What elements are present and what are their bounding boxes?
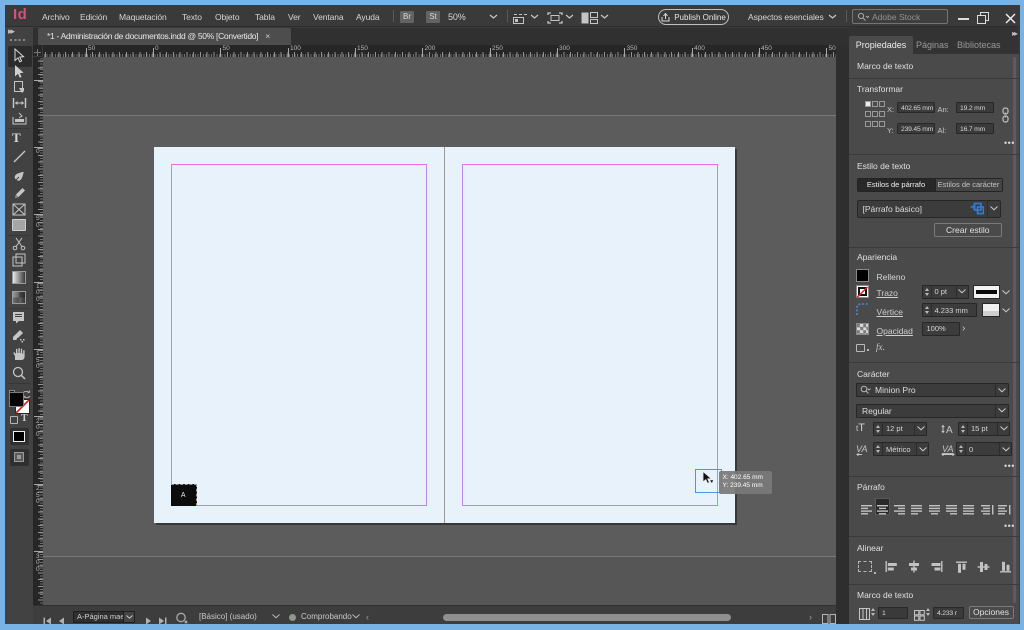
svg-text:VA: VA [856,444,868,454]
svg-text:VA: VA [942,444,954,454]
svg-text:A: A [946,425,953,436]
